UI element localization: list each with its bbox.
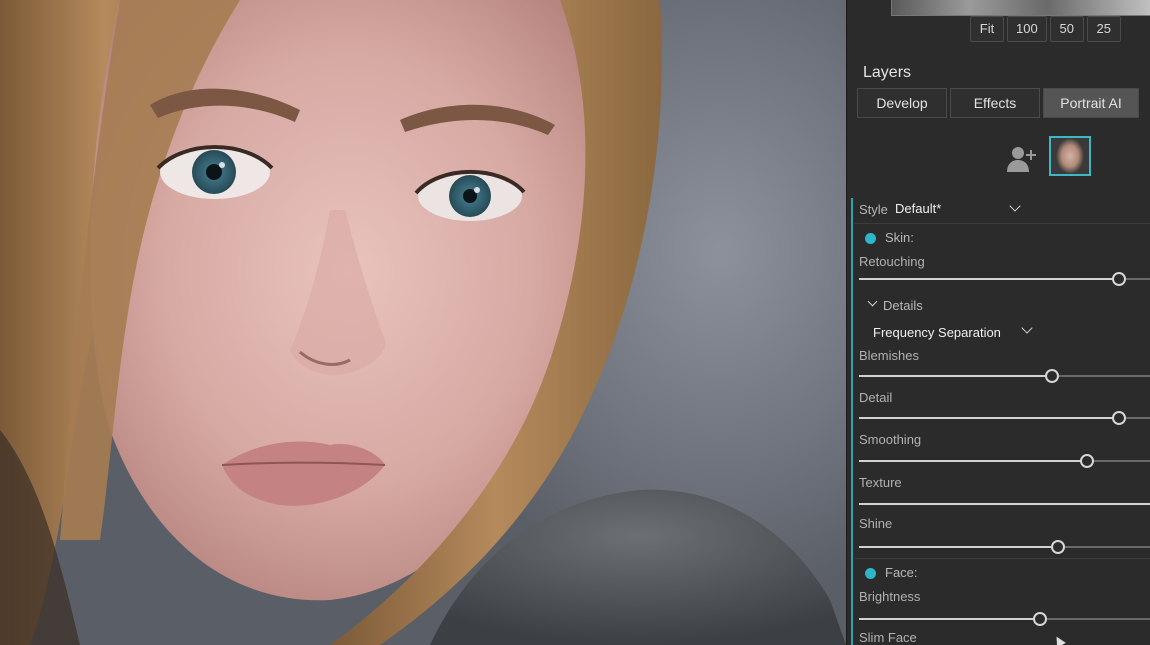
- texture-label: Texture: [859, 475, 902, 490]
- chevron-down-icon[interactable]: [1009, 200, 1021, 212]
- slim-face-label: Slim Face: [859, 630, 917, 645]
- navigator-thumbnail[interactable]: [891, 0, 1150, 16]
- smoothing-slider[interactable]: [859, 454, 1150, 468]
- face-thumbnail[interactable]: [1049, 136, 1091, 176]
- face-section-label: Face:: [885, 565, 918, 580]
- zoom-25-button[interactable]: 25: [1086, 16, 1121, 42]
- blemishes-slider[interactable]: [859, 369, 1150, 383]
- retouching-slider-handle[interactable]: [1111, 272, 1126, 286]
- blemishes-label: Blemishes: [859, 348, 919, 363]
- retouching-label: Retouching: [859, 254, 925, 269]
- shine-label: Shine: [859, 516, 893, 531]
- smoothing-label: Smoothing: [859, 432, 922, 447]
- detail-slider-handle[interactable]: [1111, 411, 1126, 425]
- blemishes-slider-handle[interactable]: [1044, 369, 1059, 383]
- skin-toggle-dot[interactable]: [865, 233, 876, 244]
- tab-develop[interactable]: Develop: [857, 88, 947, 118]
- style-label: Style: [859, 202, 888, 217]
- smoothing-slider-handle[interactable]: [1079, 454, 1094, 468]
- detail-label: Detail: [859, 390, 893, 405]
- divider: [855, 558, 1150, 559]
- zoom-controls: Fit 100 50 25: [970, 16, 1124, 42]
- detail-slider[interactable]: [859, 411, 1150, 425]
- method-value[interactable]: Frequency Separation: [873, 325, 1001, 340]
- details-label: Details: [883, 298, 923, 313]
- brightness-label: Brightness: [859, 589, 921, 604]
- style-dropdown[interactable]: Style Default*: [859, 200, 1150, 222]
- retouching-slider[interactable]: [859, 272, 1150, 286]
- zoom-fit-button[interactable]: Fit: [970, 16, 1004, 42]
- chevron-down-icon[interactable]: [1021, 322, 1033, 334]
- shine-slider[interactable]: [859, 540, 1150, 554]
- method-dropdown[interactable]: Frequency Separation: [873, 322, 1033, 342]
- texture-slider[interactable]: [859, 503, 1150, 505]
- divider: [855, 223, 1150, 224]
- portrait-photo: [0, 0, 846, 645]
- side-panel: Fit 100 50 25 Layers Develop Effects Por…: [846, 0, 1150, 645]
- brightness-slider-handle[interactable]: [1033, 612, 1048, 626]
- active-section-indicator: [851, 198, 853, 645]
- face-toggle-dot[interactable]: [865, 568, 876, 579]
- brightness-slider[interactable]: [859, 612, 1150, 626]
- shine-slider-handle[interactable]: [1050, 540, 1065, 554]
- style-value[interactable]: Default*: [895, 201, 941, 216]
- photo-canvas[interactable]: [0, 0, 846, 645]
- module-tabs: Develop Effects Portrait AI: [857, 88, 1142, 118]
- tab-portrait-ai[interactable]: Portrait AI: [1043, 88, 1139, 118]
- layers-title: Layers: [863, 64, 912, 81]
- add-person-icon[interactable]: [1005, 145, 1039, 173]
- zoom-100-button[interactable]: 100: [1007, 16, 1047, 42]
- skin-section-label: Skin:: [885, 230, 914, 245]
- chevron-down-icon: [867, 296, 878, 307]
- zoom-50-button[interactable]: 50: [1049, 16, 1084, 42]
- tab-effects[interactable]: Effects: [950, 88, 1040, 118]
- mouse-cursor: [1052, 634, 1066, 645]
